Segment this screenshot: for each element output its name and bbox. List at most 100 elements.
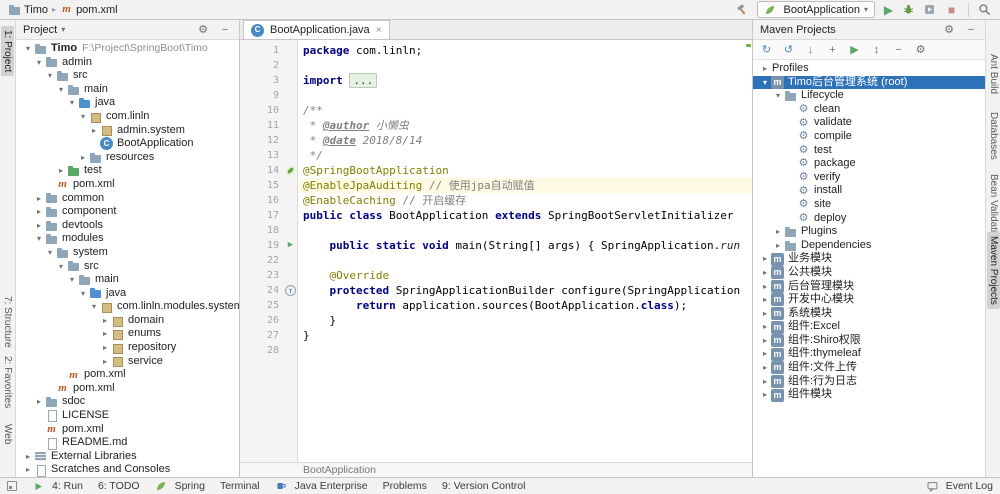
chevron-right-icon[interactable]: ▸ [759,293,771,307]
editor-tab-bootapplication[interactable]: C BootApplication.java × [243,20,390,39]
execute-goal-icon[interactable]: ▶ [847,42,862,57]
project-tree-item[interactable]: ▸ Scratches and Consoles [16,463,239,477]
project-tree-item[interactable]: ▾ java [16,96,239,110]
maven-tree-item[interactable]: ⚙ site [753,198,985,212]
expand-all-icon[interactable]: ↕ [869,42,884,57]
chevron-right-icon[interactable]: ▸ [759,375,771,389]
statusbar-item-4-run[interactable]: 4: Run [32,480,83,493]
collapse-all-icon[interactable]: − [891,42,906,57]
toolwindow-tab-databases[interactable]: Databases [987,108,1000,164]
maven-tree-item[interactable]: ▸ m 组件:Excel [753,320,985,334]
editor-line[interactable]: 22 [240,253,752,268]
editor-gutter[interactable]: 3 [240,73,298,88]
chevron-right-icon[interactable]: ▸ [99,314,111,328]
maven-tree-item[interactable]: ▸ Profiles [753,62,985,76]
chevron-right-icon[interactable]: ▸ [33,395,45,409]
chevron-right-icon[interactable]: ▸ [759,334,771,348]
settings-icon[interactable]: ⚙ [196,23,210,37]
editor-gutter[interactable]: 23 [240,268,298,283]
chevron-right-icon[interactable]: ▸ [759,252,771,266]
editor-line[interactable]: 16 @EnableCaching // 开启缓存 [240,193,752,208]
breadcrumb-item[interactable]: Timo [6,3,50,16]
maven-tree-item[interactable]: ⚙ clean [753,103,985,117]
maven-tree-item[interactable]: ▸ m 组件:Shiro权限 [753,334,985,348]
chevron-right-icon[interactable]: ▸ [759,307,771,321]
chevron-right-icon[interactable]: ▸ [88,124,100,138]
chevron-right-icon[interactable]: ▸ [99,327,111,341]
maven-tree-item[interactable]: ⚙ compile [753,130,985,144]
statusbar-item-spring[interactable]: Spring [155,480,205,493]
maven-tree-item[interactable]: ⚙ validate [753,116,985,130]
editor-gutter[interactable]: 12 [240,133,298,148]
chevron-down-icon[interactable]: ▾ [772,89,784,103]
maven-tree-item[interactable]: ▸ m 系统模块 [753,307,985,321]
editor-gutter[interactable]: 16 [240,193,298,208]
toolwindow-tab-web[interactable]: Web [1,420,14,448]
coverage-button[interactable] [922,1,939,18]
download-sources-icon[interactable]: ↓ [803,42,818,57]
chevron-right-icon[interactable]: ▸ [772,239,784,253]
toolwindow-tab-maven-projects[interactable]: Maven Projects [987,232,1000,309]
project-tree-item[interactable]: ▾ system [16,246,239,260]
editor-line[interactable]: 11 * @author 小懒虫 [240,118,752,133]
maven-tree-item[interactable]: ▸ m 开发中心模块 [753,293,985,307]
editor-line[interactable]: 15 @EnableJpaAuditing // 使用jpa自动赋值 [240,178,752,193]
maven-tree-item[interactable]: ⚙ deploy [753,212,985,226]
editor-line[interactable]: 1 package com.linln; [240,43,752,58]
maven-tree-item[interactable]: ▾ m Timo后台管理系统 (root) [753,75,985,90]
project-tree-item[interactable]: ▾ java [16,287,239,301]
project-tree-item[interactable]: ▸ sdoc [16,395,239,409]
breadcrumb-item[interactable]: m pom.xml [58,3,120,16]
editor-line[interactable]: 12 * @date 2018/8/14 [240,133,752,148]
chevron-down-icon[interactable]: ▾ [33,232,45,246]
toolwindow-tab-ant-build[interactable]: Ant Build [987,50,1000,98]
maven-tree-item[interactable]: ⚙ package [753,157,985,171]
editor-line[interactable]: 28 [240,343,752,358]
editor-gutter[interactable]: 17 [240,208,298,223]
spring-bean-icon-slot[interactable] [283,163,298,178]
editor-gutter[interactable]: 24 ↑ [240,283,298,298]
chevron-down-icon[interactable]: ▾ [33,56,45,70]
stop-button[interactable]: ■ [943,1,960,18]
editor-gutter[interactable]: 26 [240,313,298,328]
chevron-right-icon[interactable]: ▸ [759,62,771,76]
chevron-right-icon[interactable]: ▸ [55,164,67,178]
chevron-right-icon[interactable]: ▸ [33,219,45,233]
maven-settings-icon[interactable]: ⚙ [913,42,928,57]
chevron-right-icon[interactable]: ▸ [759,266,771,280]
editor-line[interactable]: 10 /** [240,103,752,118]
search-everywhere-icon[interactable] [977,1,994,18]
maven-tree-item[interactable]: ▸ m 组件模块 [753,388,985,402]
add-maven-project-icon[interactable]: + [825,42,840,57]
run-gutter-icon-slot[interactable]: ▶ [283,238,298,253]
project-tree-item[interactable]: ▸ resources [16,151,239,165]
run-button[interactable]: ▶ [880,1,897,18]
maven-tree-item[interactable]: ⚙ install [753,184,985,198]
statusbar-item-problems[interactable]: Problems [383,480,427,493]
editor-line[interactable]: 14 @SpringBootApplication [240,163,752,178]
chevron-right-icon[interactable]: ▸ [759,388,771,402]
maven-tree-item[interactable]: ▸ Dependencies [753,239,985,253]
chevron-down-icon[interactable]: ▾ [77,110,89,124]
editor-line[interactable]: 2 [240,58,752,73]
toolwindow-tab-2-favorites[interactable]: 2: Favorites [1,352,14,412]
build-hammer-icon[interactable] [735,1,752,18]
maven-tree-item[interactable]: ▸ Plugins [753,225,985,239]
breadcrumb-class[interactable]: BootApplication [303,464,376,476]
editor-gutter[interactable]: 19 ▶ [240,238,298,253]
project-tree-item[interactable]: C BootApplication [16,137,239,151]
reimport-maven-icon[interactable]: ↻ [759,42,774,57]
editor-gutter[interactable]: 1 [240,43,298,58]
chevron-right-icon[interactable]: ▸ [759,361,771,375]
maven-tree-item[interactable]: ▸ m 公共模块 [753,266,985,280]
editor-line[interactable]: 3 import ... [240,73,752,88]
editor-gutter[interactable]: 25 [240,298,298,313]
generate-sources-icon[interactable]: ↺ [781,42,796,57]
statusbar-item-6-todo[interactable]: 6: TODO [98,480,140,493]
editor-line[interactable]: 23 @Override [240,268,752,283]
editor-line[interactable]: 9 [240,88,752,103]
project-tree-item[interactable]: ▾ admin [16,56,239,70]
chevron-right-icon[interactable]: ▸ [33,205,45,219]
editor-gutter[interactable]: 15 [240,178,298,193]
project-tree-item[interactable]: ▸ service [16,355,239,369]
